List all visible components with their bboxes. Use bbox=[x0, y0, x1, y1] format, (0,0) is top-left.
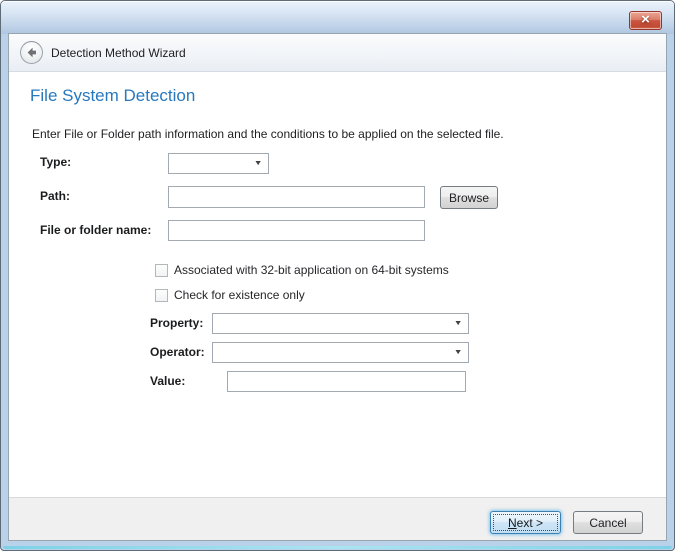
path-label: Path: bbox=[40, 189, 70, 203]
type-combo[interactable]: ▼ bbox=[168, 153, 269, 174]
operator-label: Operator: bbox=[150, 345, 205, 359]
next-button-label-rest: ext > bbox=[517, 516, 543, 530]
page-description: Enter File or Folder path information an… bbox=[32, 127, 504, 141]
next-button-label: N bbox=[508, 516, 517, 530]
footer-bar: Next > Cancel bbox=[9, 497, 666, 540]
dropdown-arrow-icon: ▼ bbox=[254, 160, 266, 167]
back-button[interactable] bbox=[20, 41, 43, 64]
wizard-title: Detection Method Wizard bbox=[51, 46, 186, 60]
wizard-header: Detection Method Wizard bbox=[9, 34, 666, 72]
dropdown-arrow-icon: ▼ bbox=[454, 320, 466, 327]
close-button[interactable]: × bbox=[629, 11, 662, 30]
close-icon: × bbox=[641, 12, 650, 27]
back-arrow-icon bbox=[25, 46, 38, 59]
checkbox-existence[interactable] bbox=[155, 289, 168, 302]
operator-combo[interactable]: ▼ bbox=[212, 342, 469, 363]
property-combo[interactable]: ▼ bbox=[212, 313, 469, 334]
checkbox-row-32bit[interactable]: Associated with 32-bit application on 64… bbox=[155, 263, 449, 277]
file-name-label: File or folder name: bbox=[40, 223, 151, 237]
browse-button[interactable]: Browse bbox=[440, 186, 498, 209]
checkbox-32bit[interactable] bbox=[155, 264, 168, 277]
path-input[interactable] bbox=[168, 186, 425, 208]
type-label: Type: bbox=[40, 155, 71, 169]
next-button[interactable]: Next > bbox=[490, 511, 561, 534]
value-label: Value: bbox=[150, 374, 185, 388]
checkbox-existence-label[interactable]: Check for existence only bbox=[174, 288, 305, 302]
property-label: Property: bbox=[150, 316, 203, 330]
dialog-surface: Detection Method Wizard File System Dete… bbox=[8, 33, 667, 541]
titlebar[interactable]: × bbox=[1, 1, 674, 34]
page-title: File System Detection bbox=[30, 86, 195, 106]
checkbox-row-existence[interactable]: Check for existence only bbox=[155, 288, 305, 302]
value-input[interactable] bbox=[227, 371, 466, 392]
cancel-button[interactable]: Cancel bbox=[573, 511, 643, 534]
checkbox-32bit-label[interactable]: Associated with 32-bit application on 64… bbox=[174, 263, 449, 277]
wizard-window: × Detection Method Wizard File System De… bbox=[0, 0, 675, 551]
dropdown-arrow-icon: ▼ bbox=[454, 349, 466, 356]
file-name-input[interactable] bbox=[168, 220, 425, 241]
